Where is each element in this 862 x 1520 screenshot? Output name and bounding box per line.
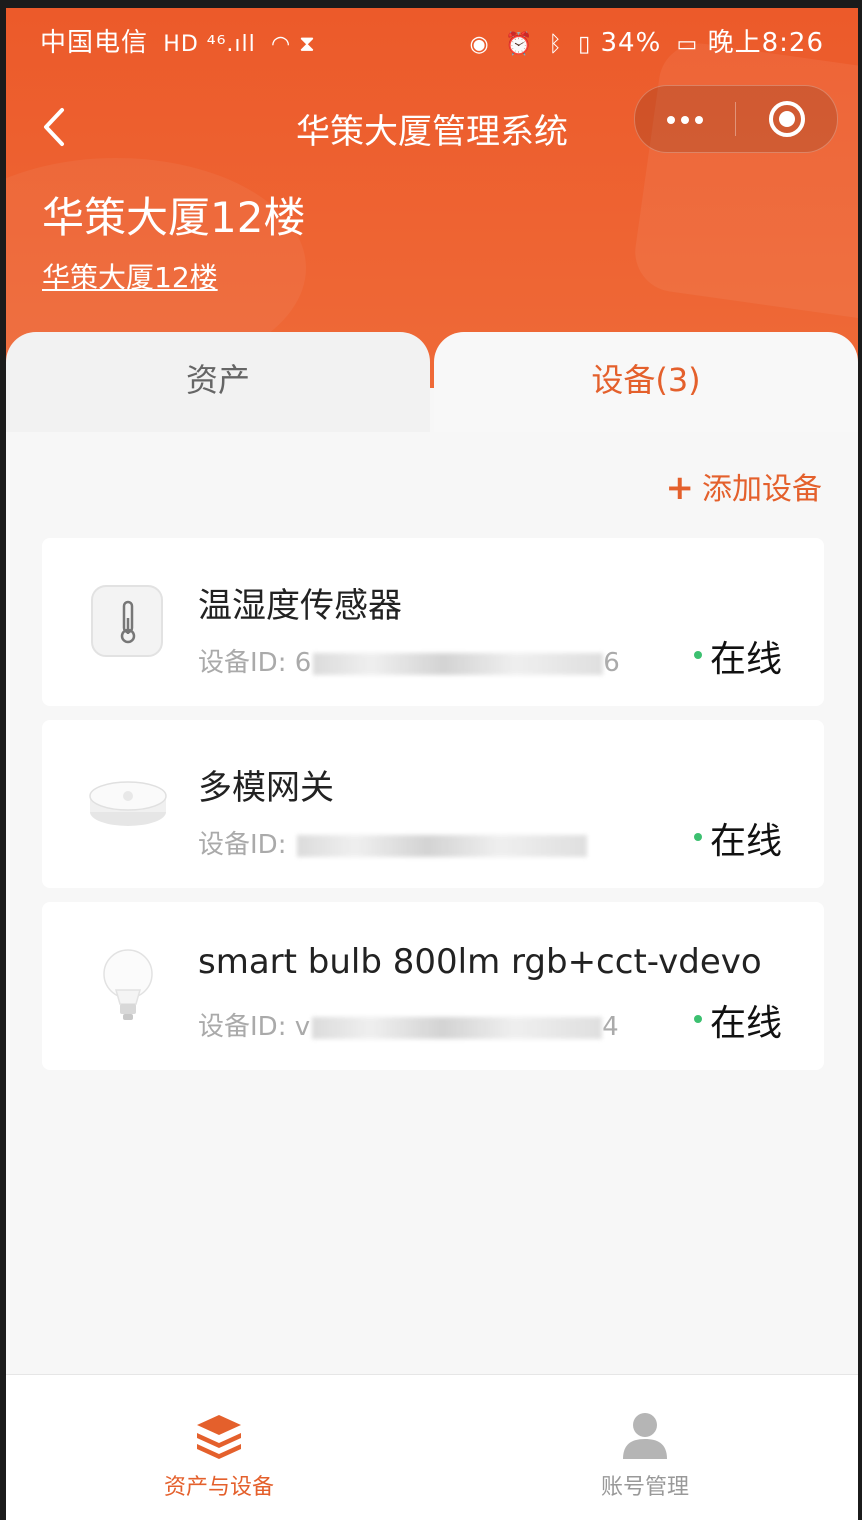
device-name: 温湿度传感器 <box>198 586 402 626</box>
device-id-value: v <box>294 1012 311 1042</box>
device-card[interactable]: smart bulb 800lm rgb+cct-vdevo 设备ID: v4 … <box>42 902 824 1070</box>
nav-account[interactable]: 账号管理 <box>432 1375 858 1520</box>
tab-devices[interactable]: 设备(3) <box>434 332 858 432</box>
clock-time: 晚上8:26 <box>707 28 824 58</box>
device-id: 设备ID: 6 6 <box>198 642 620 679</box>
vibrate-icon: ▯ <box>578 32 592 57</box>
eye-icon: ◉ <box>469 32 490 57</box>
status-right: ◉ ⏰ ᛒ ▯ 34% ▭ 晚上8:26 <box>464 22 825 59</box>
more-dots-icon <box>695 116 703 124</box>
more-dots-icon <box>667 116 675 124</box>
online-dot-icon <box>693 1015 702 1023</box>
status-badge: 在线 <box>693 630 782 682</box>
device-id: 设备ID: v 4 <box>198 1006 619 1043</box>
app-screen: 中国电信 HD ⁴⁶.ıll ◠ ⧗ ◉ ⏰ ᛒ ▯ 34% ▭ 晚上8:26 … <box>6 8 858 1520</box>
header: 中国电信 HD ⁴⁶.ıll ◠ ⧗ ◉ ⏰ ᛒ ▯ 34% ▭ 晚上8:26 … <box>6 8 858 388</box>
device-name: 多模网关 <box>198 768 334 808</box>
plus-icon: + <box>665 468 695 508</box>
gateway-hub-icon <box>89 781 167 826</box>
mini-program-capsule <box>634 85 838 153</box>
carrier-name: 中国电信 <box>40 28 149 58</box>
more-button[interactable] <box>635 86 735 152</box>
tab-assets[interactable]: 资产 <box>6 332 430 432</box>
layers-icon <box>197 1415 241 1459</box>
thermometer-sensor-icon <box>91 585 163 657</box>
online-dot-icon <box>693 833 702 841</box>
add-device-label: 添加设备 <box>702 472 822 507</box>
device-id-label: 设备ID: <box>198 830 287 860</box>
battery-icon: ▭ <box>676 32 699 57</box>
bottom-nav: 资产与设备 账号管理 <box>6 1374 858 1520</box>
building-link[interactable]: 华策大厦12楼 <box>42 256 218 296</box>
status-bar: 中国电信 HD ⁴⁶.ıll ◠ ⧗ ◉ ⏰ ᛒ ▯ 34% ▭ 晚上8:26 <box>6 8 858 72</box>
add-device-button[interactable]: + 添加设备 <box>666 464 823 508</box>
light-bulb-icon <box>103 949 153 1020</box>
close-mini-program-button[interactable] <box>737 86 837 152</box>
battery-percent: 34% <box>600 28 662 58</box>
nav-assets-devices[interactable]: 资产与设备 <box>6 1375 432 1520</box>
device-card[interactable]: 多模网关 设备ID: 在线 <box>42 720 824 888</box>
device-id-label: 设备ID: <box>198 1012 287 1042</box>
device-card[interactable]: 温湿度传感器 设备ID: 6 6 在线 <box>42 538 824 706</box>
redacted-id <box>313 652 604 675</box>
device-id-value: 6 <box>294 648 312 678</box>
tab-bar: 资产 设备(3) <box>6 332 858 432</box>
redacted-id <box>296 834 587 857</box>
status-text: 在线 <box>709 1003 782 1044</box>
bluetooth-icon: ᛒ <box>548 32 563 57</box>
user-icon <box>623 1413 667 1459</box>
capsule-divider <box>735 102 736 136</box>
device-id-suffix: 6 <box>603 648 620 678</box>
status-text: 在线 <box>709 639 782 680</box>
alarm-icon: ⏰ <box>504 32 534 57</box>
device-id: 设备ID: <box>198 824 587 861</box>
target-dot <box>779 111 795 127</box>
device-name: smart bulb 800lm rgb+cct-vdevo <box>198 942 762 982</box>
header-decoration <box>630 38 858 328</box>
wifi-icon: ◠ ⧗ <box>271 32 316 57</box>
status-badge: 在线 <box>693 994 782 1046</box>
online-dot-icon <box>693 651 702 659</box>
nav-label: 账号管理 <box>600 1475 689 1500</box>
status-left: 中国电信 HD ⁴⁶.ıll ◠ ⧗ <box>40 22 316 59</box>
building-title: 华策大厦12楼 <box>42 193 306 242</box>
nav-label: 资产与设备 <box>163 1475 274 1500</box>
device-id-label: 设备ID: <box>198 648 287 678</box>
more-dots-icon <box>681 116 689 124</box>
network-signal-icon: HD ⁴⁶.ıll <box>163 32 256 57</box>
device-id-suffix: 4 <box>602 1012 619 1042</box>
redacted-id <box>312 1016 603 1039</box>
status-badge: 在线 <box>693 812 782 864</box>
status-text: 在线 <box>709 821 782 862</box>
